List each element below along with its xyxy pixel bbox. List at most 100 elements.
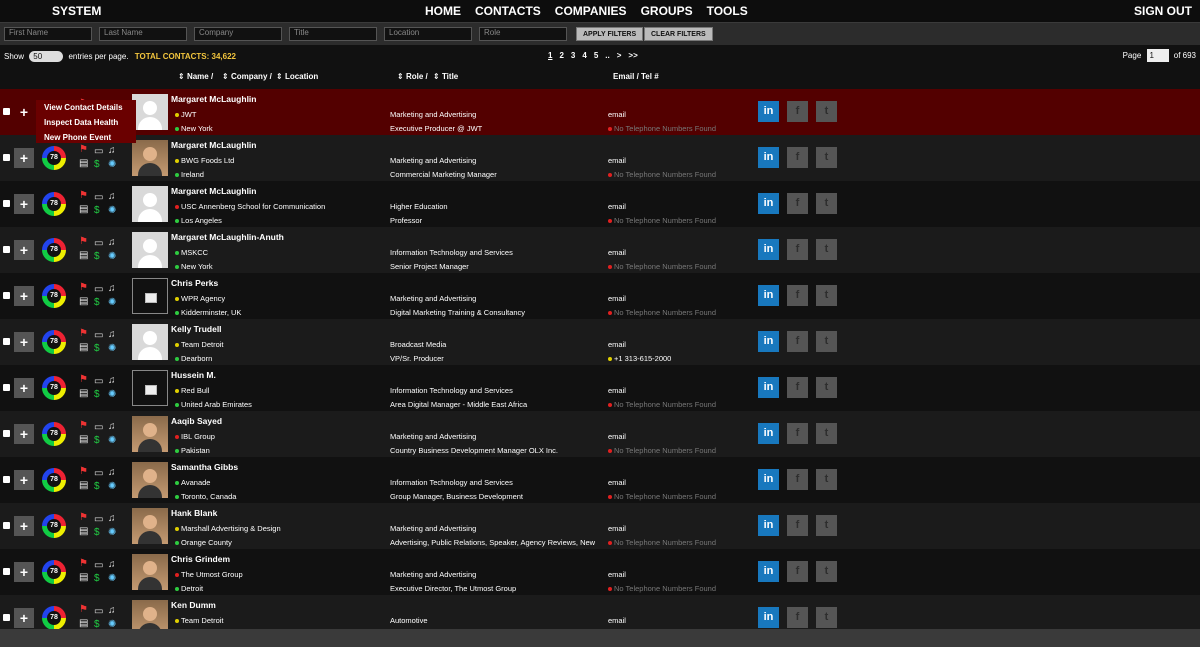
- data-health-score-icon[interactable]: 78: [42, 192, 66, 216]
- linkedin-icon[interactable]: in: [758, 239, 779, 260]
- twitter-icon[interactable]: t: [816, 469, 837, 490]
- expand-row-button[interactable]: +: [14, 608, 34, 628]
- message-flag-icon[interactable]: ⚑: [79, 145, 88, 155]
- sort-role-header[interactable]: ⇕ Role /: [397, 72, 428, 81]
- page-link[interactable]: 3: [571, 51, 575, 60]
- data-health-score-icon[interactable]: 78: [42, 606, 66, 629]
- data-health-score-icon[interactable]: 78: [42, 146, 66, 170]
- contact-company[interactable]: Avanade: [175, 478, 210, 487]
- message-flag-icon[interactable]: ⚑: [79, 375, 88, 385]
- contact-email[interactable]: email: [608, 432, 626, 441]
- data-health-score-icon[interactable]: 78: [42, 238, 66, 262]
- facebook-icon[interactable]: f: [787, 101, 808, 122]
- contact-email[interactable]: email: [608, 156, 626, 165]
- sort-location-header[interactable]: ⇕ Location: [276, 72, 318, 81]
- row-checkbox[interactable]: [3, 522, 10, 529]
- role-input[interactable]: Role: [479, 27, 567, 41]
- view-contact-details-item[interactable]: View Contact Details: [36, 100, 136, 115]
- nav-groups[interactable]: GROUPS: [641, 4, 693, 18]
- expand-row-button[interactable]: +: [14, 286, 34, 306]
- message-flag-icon[interactable]: ⚑: [79, 559, 88, 569]
- sort-company-header[interactable]: ⇕ Company /: [222, 72, 272, 81]
- linkedin-icon[interactable]: in: [758, 561, 779, 582]
- contact-name[interactable]: Samantha Gibbs: [171, 462, 238, 472]
- brand-logo[interactable]: SYSTEM: [52, 4, 101, 18]
- twitter-icon[interactable]: t: [816, 423, 837, 444]
- facebook-icon[interactable]: f: [787, 423, 808, 444]
- expand-row-button[interactable]: +: [14, 102, 34, 122]
- contact-company[interactable]: Marshall Advertising & Design: [175, 524, 281, 533]
- contact-row[interactable]: +78 ⚑ ▤ ▭ $ ♫ ✺ Margaret McLaughlin BWG Foods Lt…: [0, 135, 1200, 181]
- message-flag-icon[interactable]: ⚑: [79, 191, 88, 201]
- linkedin-icon[interactable]: in: [758, 607, 779, 628]
- contact-row[interactable]: +78 ⚑ ▤ ▭ $ ♫ ✺ Samantha Gibbs Avanade Toronto, C…: [0, 457, 1200, 503]
- row-checkbox[interactable]: [3, 246, 10, 253]
- facebook-icon[interactable]: f: [787, 515, 808, 536]
- row-checkbox[interactable]: [3, 154, 10, 161]
- contact-email[interactable]: email: [608, 202, 626, 211]
- data-health-score-icon[interactable]: 78: [42, 422, 66, 446]
- linkedin-icon[interactable]: in: [758, 515, 779, 536]
- contact-row[interactable]: +78 ⚑ ▤ ▭ $ ♫ ✺ Kelly Trudell Team Detroit Dearbo…: [0, 319, 1200, 365]
- expand-row-button[interactable]: +: [14, 378, 34, 398]
- contact-row[interactable]: +78⚑▤▭$♫✺Margaret McLaughlinJWTNew YorkM…: [0, 89, 1200, 135]
- avatar[interactable]: [132, 94, 168, 130]
- row-checkbox[interactable]: [3, 476, 10, 483]
- row-checkbox[interactable]: [3, 614, 10, 621]
- nav-tools[interactable]: TOOLS: [707, 4, 748, 18]
- facebook-icon[interactable]: f: [787, 331, 808, 352]
- avatar[interactable]: [132, 324, 168, 360]
- contact-row[interactable]: +78 ⚑ ▤ ▭ $ ♫ ✺ Ken Dumm Team Detroit Automotive e…: [0, 595, 1200, 629]
- avatar[interactable]: [132, 508, 168, 544]
- page-link[interactable]: 4: [582, 51, 586, 60]
- row-checkbox[interactable]: [3, 292, 10, 299]
- data-health-score-icon[interactable]: 78: [42, 330, 66, 354]
- sort-title-header[interactable]: ⇕ Title: [433, 72, 458, 81]
- avatar[interactable]: [132, 554, 168, 590]
- contact-email[interactable]: email: [608, 248, 626, 257]
- avatar[interactable]: [132, 462, 168, 498]
- contact-name[interactable]: Ken Dumm: [171, 600, 216, 610]
- per-page-select[interactable]: 50: [29, 51, 64, 62]
- clear-filters-button[interactable]: CLEAR FILTERS: [644, 27, 713, 41]
- linkedin-icon[interactable]: in: [758, 193, 779, 214]
- data-health-score-icon[interactable]: 78: [42, 284, 66, 308]
- twitter-icon[interactable]: t: [816, 377, 837, 398]
- company-input[interactable]: Company: [194, 27, 282, 41]
- facebook-icon[interactable]: f: [787, 285, 808, 306]
- nav-contacts[interactable]: CONTACTS: [475, 4, 541, 18]
- contact-name[interactable]: Margaret McLaughlin: [171, 186, 256, 196]
- twitter-icon[interactable]: t: [816, 193, 837, 214]
- location-input[interactable]: Location: [384, 27, 472, 41]
- contact-email[interactable]: email: [608, 386, 626, 395]
- facebook-icon[interactable]: f: [787, 469, 808, 490]
- data-health-score-icon[interactable]: 78: [42, 560, 66, 584]
- facebook-icon[interactable]: f: [787, 561, 808, 582]
- twitter-icon[interactable]: t: [816, 331, 837, 352]
- facebook-icon[interactable]: f: [787, 377, 808, 398]
- row-checkbox[interactable]: [3, 200, 10, 207]
- avatar[interactable]: [132, 278, 168, 314]
- twitter-icon[interactable]: t: [816, 239, 837, 260]
- contact-name[interactable]: Chris Perks: [171, 278, 218, 288]
- page-link[interactable]: 2: [559, 51, 563, 60]
- facebook-icon[interactable]: f: [787, 607, 808, 628]
- facebook-icon[interactable]: f: [787, 193, 808, 214]
- next-page-link[interactable]: >: [617, 51, 622, 60]
- message-flag-icon[interactable]: ⚑: [79, 237, 88, 247]
- expand-row-button[interactable]: +: [14, 470, 34, 490]
- contact-name[interactable]: Margaret McLaughlin-Anuth: [171, 232, 284, 242]
- contact-company[interactable]: MSKCC: [175, 248, 208, 257]
- row-checkbox[interactable]: [3, 384, 10, 391]
- data-health-score-icon[interactable]: 78: [42, 514, 66, 538]
- nav-home[interactable]: HOME: [425, 4, 461, 18]
- nav-companies[interactable]: COMPANIES: [555, 4, 627, 18]
- contact-row[interactable]: +78 ⚑ ▤ ▭ $ ♫ ✺ Margaret McLaughlin-Anuth MSKCC N…: [0, 227, 1200, 273]
- last-page-link[interactable]: >>: [628, 51, 637, 60]
- page-link[interactable]: 1: [548, 51, 552, 60]
- contact-email[interactable]: email: [608, 478, 626, 487]
- linkedin-icon[interactable]: in: [758, 377, 779, 398]
- page-link[interactable]: 5: [594, 51, 598, 60]
- linkedin-icon[interactable]: in: [758, 101, 779, 122]
- contact-email[interactable]: email: [608, 110, 626, 119]
